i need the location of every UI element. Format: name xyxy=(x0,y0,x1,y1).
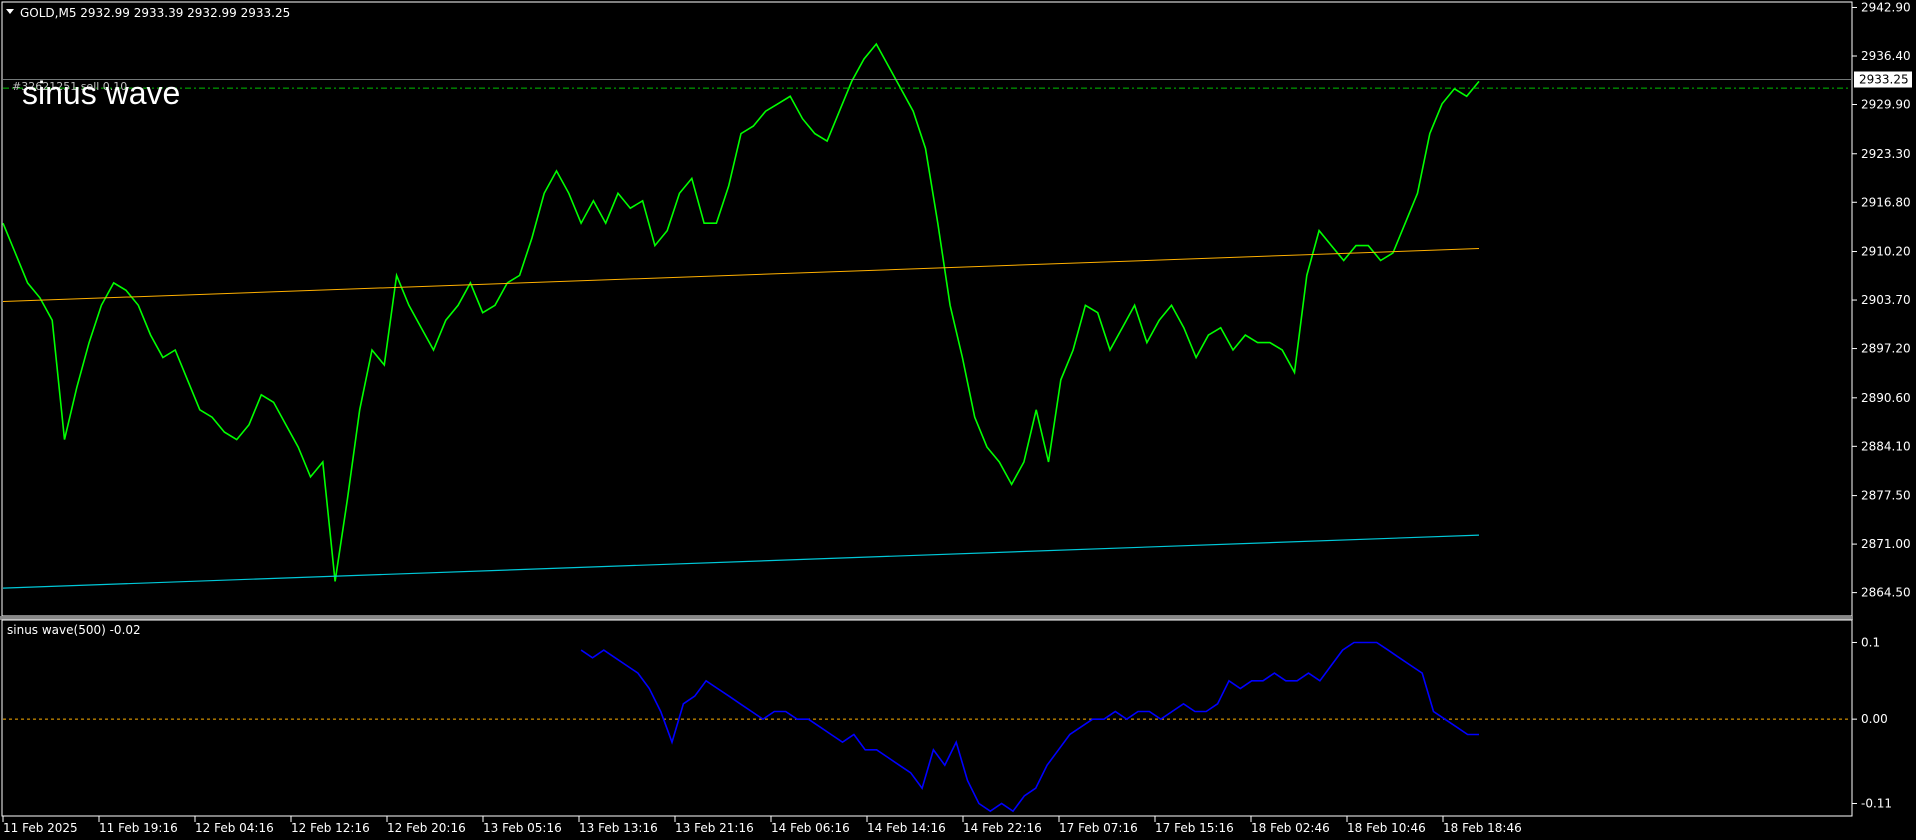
indicator-tick-label: -0.11 xyxy=(1861,796,1892,810)
price-tick-label: 2890.60 xyxy=(1861,391,1911,405)
pane-separator[interactable] xyxy=(0,616,1853,620)
time-tick-label: 12 Feb 20:16 xyxy=(387,821,466,835)
indicator-tick-label: 0.00 xyxy=(1861,712,1888,726)
overlay-title: sinus wave xyxy=(22,75,180,111)
time-tick-label: 13 Feb 13:16 xyxy=(579,821,658,835)
last-price-label: 2933.25 xyxy=(1859,73,1909,87)
time-tick-label: 18 Feb 02:46 xyxy=(1251,821,1330,835)
time-tick-label: 12 Feb 12:16 xyxy=(291,821,370,835)
price-tick-label: 2877.50 xyxy=(1861,489,1911,503)
time-tick-label: 13 Feb 21:16 xyxy=(675,821,754,835)
symbol-info-line: GOLD,M5 2932.99 2933.39 2932.99 2933.25 xyxy=(20,6,290,20)
price-tick-label: 2916.80 xyxy=(1861,195,1911,209)
time-tick-label: 17 Feb 15:16 xyxy=(1155,821,1234,835)
time-tick-label: 11 Feb 2025 xyxy=(3,821,78,835)
time-tick-label: 14 Feb 22:16 xyxy=(963,821,1042,835)
price-tick-label: 2910.20 xyxy=(1861,245,1911,259)
price-tick-label: 2897.20 xyxy=(1861,342,1911,356)
price-tick-label: 2903.70 xyxy=(1861,293,1911,307)
price-tick-label: 2936.40 xyxy=(1861,49,1911,63)
time-tick-label: 14 Feb 06:16 xyxy=(771,821,850,835)
time-tick-label: 12 Feb 04:16 xyxy=(195,821,274,835)
time-tick-label: 14 Feb 14:16 xyxy=(867,821,946,835)
time-tick-label: 17 Feb 07:16 xyxy=(1059,821,1138,835)
indicator-label: sinus wave(500) -0.02 xyxy=(7,623,141,637)
price-tick-label: 2942.90 xyxy=(1861,0,1911,14)
price-tick-label: 2884.10 xyxy=(1861,439,1911,453)
price-tick-label: 2871.00 xyxy=(1861,537,1911,551)
time-tick-label: 18 Feb 10:46 xyxy=(1347,821,1426,835)
price-tick-label: 2864.50 xyxy=(1861,586,1911,600)
time-tick-label: 18 Feb 18:46 xyxy=(1443,821,1522,835)
price-tick-label: 2929.90 xyxy=(1861,98,1911,112)
chart-background xyxy=(0,0,1916,840)
indicator-tick-label: 0.1 xyxy=(1861,635,1880,649)
price-tick-label: 2923.30 xyxy=(1861,147,1911,161)
trading-chart[interactable]: 2942.90 2936.40 2929.90 2923.30 2916.80 2910.… xyxy=(0,0,1916,840)
time-tick-label: 13 Feb 05:16 xyxy=(483,821,562,835)
time-tick-label: 11 Feb 19:16 xyxy=(99,821,178,835)
